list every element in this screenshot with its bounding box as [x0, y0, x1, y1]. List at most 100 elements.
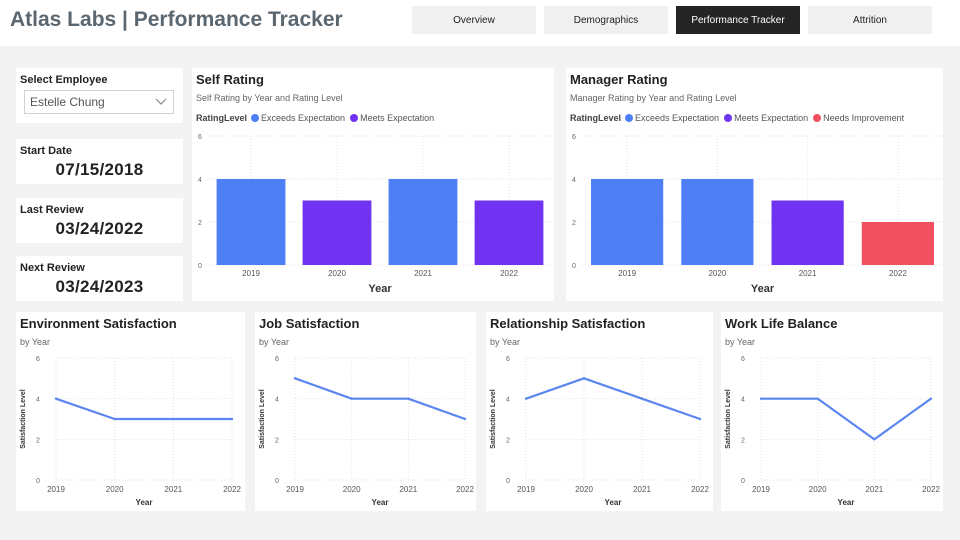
data-point	[759, 397, 763, 400]
y-tick-label: 4	[572, 177, 576, 184]
data-point	[113, 417, 116, 421]
bar	[388, 179, 458, 265]
y-tick-label: 6	[275, 356, 279, 363]
legend-swatch	[724, 114, 733, 122]
x-tick-label: 2022	[691, 485, 709, 494]
x-tick-label: 2021	[164, 485, 182, 494]
chart-title: Self Rating	[196, 72, 264, 87]
tab-demographics[interactable]: Demographics	[544, 6, 668, 34]
bar	[771, 200, 844, 265]
data-point	[873, 438, 876, 441]
y-tick-label: 6	[506, 356, 510, 363]
legend-label: Meets Expectation	[360, 113, 435, 123]
self-rating-card: Self Rating Self Rating by Year and Rati…	[192, 68, 554, 301]
legend-swatch	[350, 114, 359, 122]
work-life-balance-card: Work Life Balance by Year 0 2 4 6 2019 2020 20…	[721, 312, 943, 511]
y-tick-label: 2	[572, 220, 576, 227]
chart-title: Environment Satisfaction	[20, 316, 177, 331]
legend-item: Exceeds Expectation	[251, 113, 345, 123]
chart-subtitle: Self Rating by Year and Rating Level	[196, 93, 343, 103]
relationship-satisfaction-card: Relationship Satisfaction by Year 0 2 4 6 20…	[486, 312, 713, 511]
chevron-down-icon	[155, 98, 167, 105]
last-review-value: 03/24/2022	[55, 219, 144, 238]
next-review-value: 03/24/2023	[55, 277, 144, 296]
y-tick-label: 4	[198, 177, 202, 184]
y-tick-label: 4	[275, 397, 279, 404]
legend-label: Meets Expectation	[734, 113, 809, 123]
data-point	[929, 397, 933, 400]
x-axis-label: Year	[751, 283, 775, 295]
data-point	[54, 397, 58, 400]
y-tick-label: 6	[741, 356, 745, 363]
y-tick-label: 0	[275, 478, 279, 485]
chart-title: Job Satisfaction	[259, 316, 360, 331]
x-tick-label: 2021	[865, 485, 883, 494]
chart-subtitle: by Year	[20, 337, 51, 347]
legend-item: Needs Improvement	[813, 113, 904, 123]
x-tick-label: 2020	[106, 485, 124, 494]
data-point	[407, 397, 410, 400]
chart-subtitle: by Year	[725, 337, 756, 347]
tab-performance-tracker[interactable]: Performance Tracker	[676, 6, 800, 34]
bar	[681, 179, 754, 265]
y-axis-label: Satisfaction Level	[725, 389, 732, 449]
y-tick-label: 0	[36, 478, 40, 485]
x-tick-label: 2019	[47, 485, 65, 494]
x-tick-label: 2019	[517, 485, 535, 494]
x-axis-label: Year	[372, 498, 389, 507]
x-tick-label: 2021	[633, 485, 651, 494]
environment-satisfaction-chart: 0 2 4 6 2019 2020 2021 2022 Year Satisfaction Lev…	[20, 356, 241, 507]
data-point	[582, 377, 586, 380]
legend-label: Exceeds Expectation	[635, 113, 720, 123]
bar	[302, 200, 372, 265]
y-tick-label: 4	[741, 397, 745, 404]
series-line	[761, 397, 932, 441]
y-tick-label: 2	[506, 437, 510, 444]
data-point	[698, 417, 702, 421]
x-tick-label: 2020	[343, 485, 361, 494]
legend-item: Meets Expectation	[724, 113, 808, 123]
employee-slicer: Select Employee Estelle Chung	[16, 68, 183, 123]
series-line	[55, 397, 232, 421]
chart-subtitle: by Year	[259, 337, 290, 347]
last-review-card: Last Review 03/24/2022	[16, 198, 183, 243]
x-axis-label: Year	[368, 283, 392, 295]
bar	[474, 200, 544, 265]
environment-satisfaction-card: Environment Satisfaction by Year 0 2 4 6 201…	[16, 312, 245, 511]
x-tick-label: 2020	[575, 485, 593, 494]
legend-title: RatingLevel	[570, 113, 622, 123]
relationship-satisfaction-chart: 0 2 4 6 2019 2020 2021 2022 Year Satisfaction Lev…	[490, 356, 709, 507]
y-axis-label: Satisfaction Level	[20, 389, 27, 449]
tab-attrition[interactable]: Attrition	[808, 6, 932, 34]
tab-overview[interactable]: Overview	[412, 6, 536, 34]
data-point	[230, 417, 234, 421]
employee-dropdown[interactable]: Estelle Chung	[24, 90, 174, 114]
x-axis-label: Year	[605, 498, 622, 507]
x-axis-label: Year	[838, 498, 855, 507]
x-tick-label: 2020	[809, 485, 827, 494]
header-bar: Atlas Labs | Performance Tracker Overvie…	[0, 0, 960, 46]
bar	[861, 222, 934, 265]
legend-item: Exceeds Expectation	[625, 113, 719, 123]
legend-label: Needs Improvement	[823, 113, 905, 123]
y-tick-label: 0	[506, 478, 510, 485]
bar	[216, 179, 286, 265]
y-tick-label: 4	[506, 397, 510, 404]
legend-swatch	[813, 114, 822, 122]
employee-slicer-label: Select Employee	[20, 74, 108, 86]
job-satisfaction-card: Job Satisfaction by Year 0 2 4 6 2019 2020 202…	[255, 312, 476, 511]
start-date-value: 07/15/2018	[55, 160, 144, 179]
last-review-label: Last Review	[20, 204, 84, 216]
y-axis-label: Satisfaction Level	[259, 389, 266, 449]
y-tick-label: 0	[572, 263, 576, 270]
bar	[591, 179, 664, 265]
legend-swatch	[251, 114, 260, 122]
y-tick-label: 6	[36, 356, 40, 363]
data-point	[816, 397, 819, 400]
x-tick-label: 2022	[889, 269, 907, 278]
next-review-label: Next Review	[20, 262, 85, 274]
y-tick-label: 0	[198, 263, 202, 270]
chart-legend: RatingLevel Exceeds Expectation Meets Ex…	[196, 113, 439, 123]
y-tick-label: 2	[36, 437, 40, 444]
x-tick-label: 2019	[242, 269, 260, 278]
